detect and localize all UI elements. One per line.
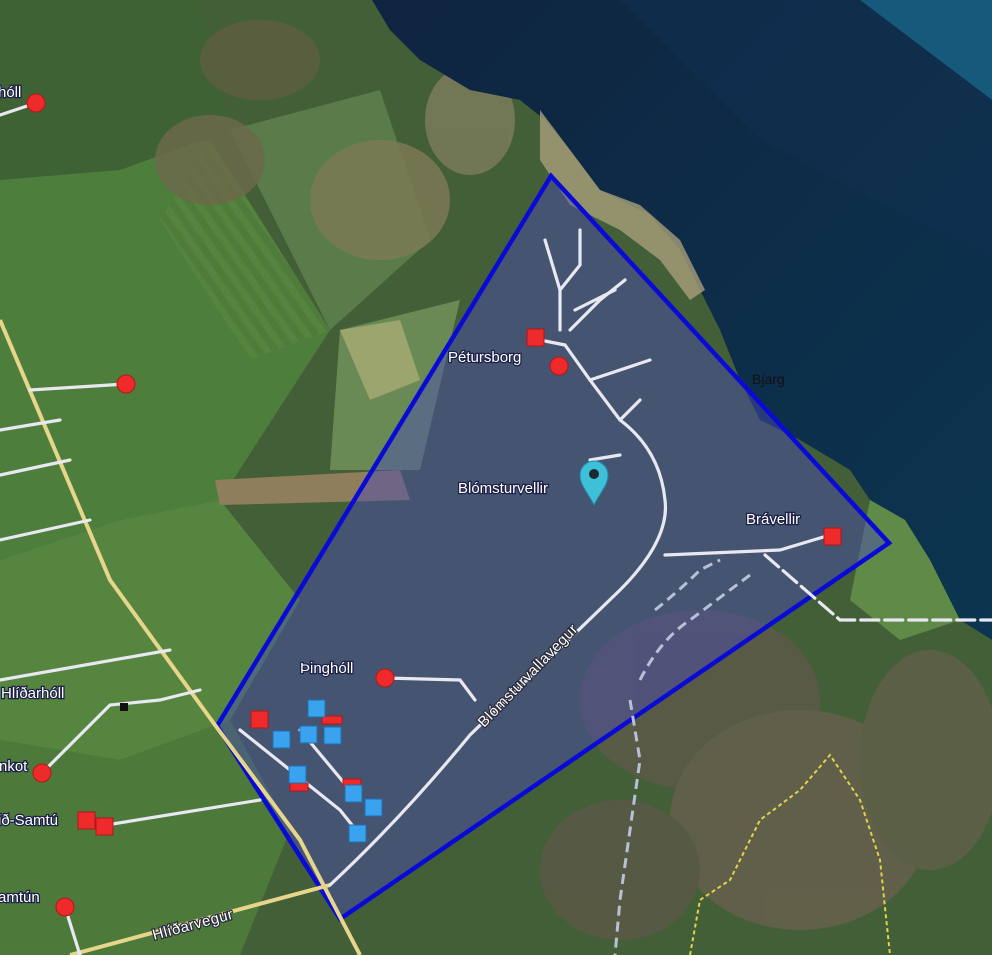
label-bjarg: Bjarg (752, 371, 785, 387)
point-marker-petursborg[interactable] (549, 356, 569, 376)
building-marker-blue[interactable] (288, 765, 307, 784)
point-marker-field[interactable] (116, 374, 136, 394)
map-canvas[interactable]: hóll Pétursborg Bjarg Blómsturvellir Brá… (0, 0, 992, 955)
building-marker[interactable] (95, 817, 114, 836)
label-holl: hóll (0, 84, 21, 101)
point-marker-nkot[interactable] (32, 763, 52, 783)
building-marker-blue[interactable] (344, 784, 363, 803)
building-marker-blue[interactable] (299, 725, 318, 744)
building-marker[interactable] (250, 710, 269, 729)
label-blomsturvellir: Blómsturvellir (458, 480, 548, 497)
label-amtun: amtún (0, 889, 40, 906)
building-marker[interactable] (823, 527, 842, 546)
building-marker-blue[interactable] (348, 824, 367, 843)
building-marker[interactable] (77, 811, 96, 830)
building-marker-blue[interactable] (323, 726, 342, 745)
label-samtun: ið-Samtú (0, 812, 58, 829)
label-bravellir: Brávellir (746, 511, 800, 528)
building-marker-blue[interactable] (364, 798, 383, 817)
point-marker-holl[interactable] (26, 93, 46, 113)
point-marker-amtun[interactable] (55, 897, 75, 917)
building-marker-blue[interactable] (307, 699, 326, 718)
label-nkot: nkot (0, 758, 28, 775)
small-marker[interactable] (120, 703, 128, 711)
label-thingholl: Þinghóll (300, 660, 353, 677)
label-hlidarholl: Hlíðarhóll (1, 685, 64, 702)
point-marker-thingholl[interactable] (375, 668, 395, 688)
map-svg: hóll Pétursborg Bjarg Blómsturvellir Brá… (0, 0, 992, 955)
label-petursborg: Pétursborg (448, 349, 521, 366)
building-marker[interactable] (526, 328, 545, 347)
building-marker-blue[interactable] (272, 730, 291, 749)
building-marker[interactable] (289, 782, 309, 792)
